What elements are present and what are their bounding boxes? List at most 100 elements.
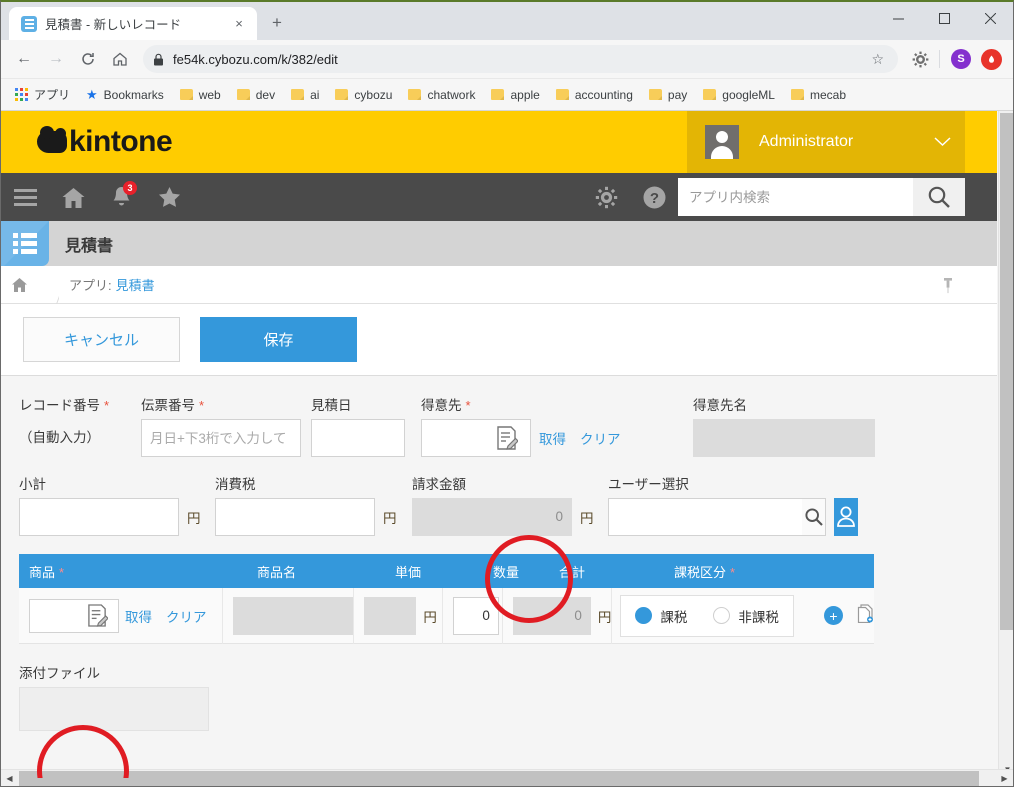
bookmark-label: cybozu	[354, 87, 393, 102]
product-clear-link[interactable]: クリア	[166, 606, 207, 626]
quote-date-input[interactable]	[311, 419, 405, 457]
gear-icon[interactable]	[906, 45, 934, 73]
user-select-input[interactable]	[608, 498, 802, 536]
pin-icon[interactable]	[941, 277, 955, 294]
label-text: 消費税	[215, 477, 256, 492]
bookmark-bookmarks[interactable]: ★ Bookmarks	[80, 84, 170, 106]
tax-type-radio-group: 課税 非課税	[620, 594, 794, 637]
home-icon[interactable]	[49, 173, 97, 221]
tax-input[interactable]	[215, 498, 375, 536]
bookmark-dev[interactable]: dev	[231, 85, 281, 105]
home-icon[interactable]	[105, 44, 135, 74]
bookmark-pay[interactable]: pay	[643, 85, 693, 105]
bookmark-apps[interactable]: アプリ	[9, 83, 76, 106]
lookup-edit-icon[interactable]	[77, 598, 119, 633]
forward-icon[interactable]: →	[41, 44, 71, 74]
page-title: 見積書	[65, 237, 114, 255]
field-label: レコード番号 *	[19, 394, 141, 413]
scroll-right-arrow[interactable]: ▶	[996, 770, 1013, 786]
bookmark-chatwork[interactable]: chatwork	[402, 85, 481, 105]
radio-non-taxable[interactable]	[713, 607, 731, 624]
folder-icon	[491, 89, 505, 100]
nav-right-group: ?	[582, 173, 965, 221]
app-title-bar: 見積書	[1, 221, 997, 266]
bookmark-mecab[interactable]: mecab	[785, 85, 852, 105]
lookup-edit-icon[interactable]	[483, 419, 531, 457]
notification-count: 3	[123, 181, 137, 195]
kintone-logo[interactable]: kintone	[37, 125, 173, 159]
bookmark-label: ai	[310, 87, 320, 102]
vertical-scrollbar[interactable]: ▲ ▼	[998, 111, 1013, 778]
bookmark-ai[interactable]: ai	[285, 85, 325, 105]
scroll-left-arrow[interactable]: ◀	[1, 770, 18, 786]
profile-avatar[interactable]: S	[947, 45, 975, 73]
field-user-select: ユーザー選択	[608, 473, 858, 536]
label-text: 得意先	[421, 398, 462, 413]
horizontal-scroll-thumb[interactable]	[19, 771, 979, 786]
field-label: 見積日	[311, 394, 421, 413]
required-marker: *	[59, 564, 65, 580]
field-control	[608, 498, 858, 536]
search-button[interactable]	[913, 178, 965, 216]
customer-code-input[interactable]	[421, 419, 483, 457]
notification-bell-icon[interactable]: 3	[97, 173, 145, 221]
search-input[interactable]	[689, 189, 913, 205]
menu-icon[interactable]	[1, 173, 49, 221]
new-tab-button[interactable]: +	[263, 9, 291, 37]
user-menu[interactable]: Administrator	[687, 111, 965, 173]
radio-label-taxable[interactable]: 課税	[660, 606, 687, 626]
cancel-button[interactable]: キャンセル	[23, 317, 180, 362]
user-pick-icon[interactable]	[834, 498, 858, 536]
product-code-input[interactable]	[29, 598, 77, 633]
app-list-icon[interactable]	[1, 221, 49, 266]
record-action-bar: キャンセル 保存	[1, 304, 997, 376]
bookmark-star-icon[interactable]: ☆	[871, 51, 884, 68]
product-get-link[interactable]: 取得	[125, 606, 152, 626]
lookup-get-link[interactable]: 取得	[539, 428, 566, 448]
attachment-dropzone[interactable]	[19, 687, 209, 731]
avatar	[705, 125, 739, 159]
slip-number-input[interactable]	[141, 419, 301, 457]
currency-unit: 円	[383, 511, 397, 526]
bookmark-googleml[interactable]: googleML	[697, 85, 781, 105]
radio-taxable[interactable]	[635, 607, 653, 624]
help-icon[interactable]: ?	[630, 173, 678, 221]
address-bar[interactable]: fe54k.cybozu.com/k/382/edit ☆	[143, 45, 898, 73]
quantity-input[interactable]: 0	[452, 596, 499, 635]
bookmark-apple[interactable]: apple	[485, 85, 545, 105]
favorite-star-icon[interactable]	[145, 173, 193, 221]
browser-toolbar: ← → fe54k.cybozu.com/k/382/edit ☆ S	[1, 40, 1013, 79]
reload-icon[interactable]	[73, 44, 103, 74]
chevron-down-icon[interactable]	[934, 135, 951, 150]
plus-circle-icon[interactable]: +	[824, 606, 843, 625]
vertical-scroll-thumb[interactable]	[1000, 113, 1013, 630]
copy-row-icon[interactable]	[857, 603, 874, 628]
horizontal-scrollbar[interactable]: ◀ ▶	[1, 769, 1013, 786]
search-icon[interactable]	[802, 498, 827, 536]
field-tax: 消費税 円	[215, 473, 412, 536]
radio-label-non-taxable[interactable]: 非課税	[738, 606, 779, 626]
lookup-clear-link[interactable]: クリア	[580, 428, 621, 448]
browser-tab[interactable]: 見積書 - 新しいレコード ×	[9, 7, 257, 40]
bookmark-cybozu[interactable]: cybozu	[329, 85, 398, 105]
bookmark-accounting[interactable]: accounting	[550, 85, 639, 105]
close-window-icon[interactable]	[967, 2, 1013, 34]
maximize-icon[interactable]	[921, 2, 967, 34]
home-icon[interactable]	[1, 277, 37, 293]
breadcrumb-app-link[interactable]: 見積書	[116, 275, 155, 294]
bookmark-web[interactable]: web	[174, 85, 227, 105]
minimize-icon[interactable]	[875, 2, 921, 34]
subtotal-input[interactable]	[19, 498, 179, 536]
label-text: 請求金額	[412, 477, 466, 492]
save-button[interactable]: 保存	[200, 317, 357, 362]
label-text: ユーザー選択	[608, 477, 689, 492]
header-text: 単価	[395, 564, 422, 580]
extension-icon[interactable]	[977, 45, 1005, 73]
field-control	[311, 419, 421, 457]
app-search-box[interactable]	[678, 178, 913, 216]
apps-grid-icon	[15, 88, 28, 101]
back-icon[interactable]: ←	[9, 44, 39, 74]
extension-glyph	[980, 48, 1002, 70]
close-icon[interactable]: ×	[229, 14, 249, 34]
gear-icon[interactable]	[582, 173, 630, 221]
